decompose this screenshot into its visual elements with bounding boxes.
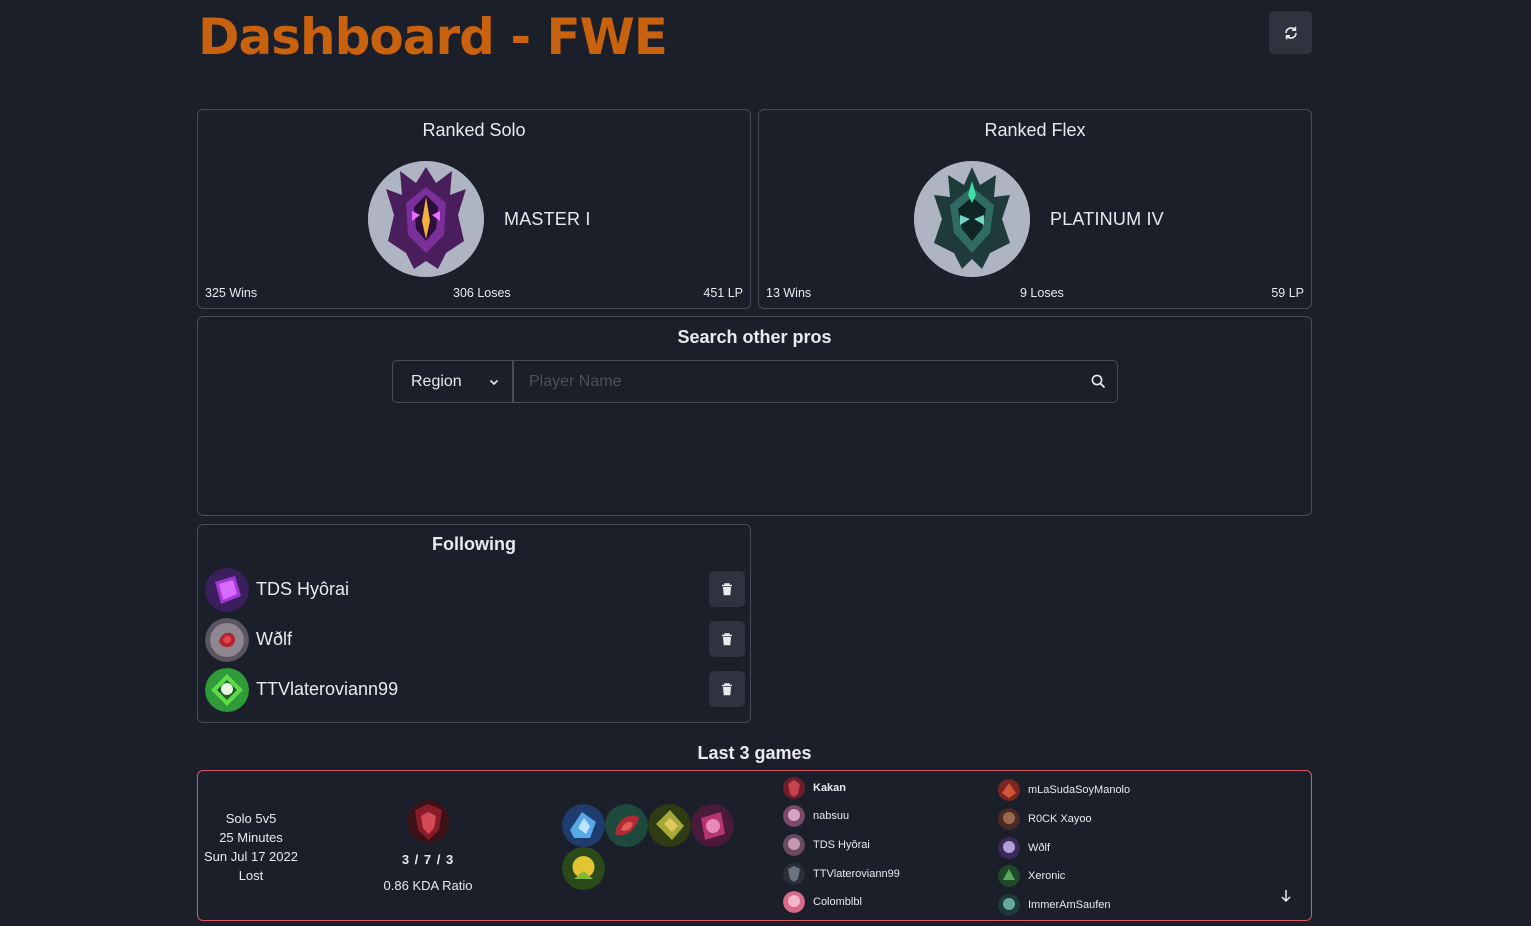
arrow-down-icon[interactable] bbox=[1280, 889, 1292, 903]
search-title: Search other pros bbox=[677, 327, 832, 347]
player-name: TDS Hyôrai bbox=[813, 839, 870, 851]
following-title: Following bbox=[432, 534, 516, 554]
followed-player-row[interactable]: TDS Hyôrai bbox=[205, 568, 745, 612]
trash-icon bbox=[722, 682, 732, 695]
player-entry[interactable]: Colomblbl bbox=[783, 890, 862, 914]
avatar bbox=[205, 568, 249, 612]
game-card[interactable]: Solo 5v5 25 Minutes Sun Jul 17 2022 Lost… bbox=[197, 770, 1312, 921]
trash-icon bbox=[722, 632, 732, 645]
ranked-solo-tier: MASTER I bbox=[504, 209, 591, 229]
followed-player-name[interactable]: Wðlf bbox=[256, 629, 292, 650]
unfollow-button[interactable] bbox=[709, 571, 745, 607]
item-icon bbox=[562, 847, 605, 890]
ranked-solo-card: Ranked Solo MASTER I 325 Wins 306 Loses … bbox=[197, 109, 751, 309]
champion-icon bbox=[783, 777, 805, 799]
dashboard-page: Dashboard - FWE Ranked Solo MASTER I 325… bbox=[0, 0, 1531, 926]
region-select[interactable]: Region bbox=[392, 360, 513, 403]
kda-score: 3 / 7 / 3 bbox=[401, 852, 455, 867]
unfollow-button[interactable] bbox=[709, 621, 745, 657]
refresh-button[interactable] bbox=[1269, 11, 1312, 54]
player-name: Wðlf bbox=[1028, 842, 1050, 854]
item-icon bbox=[691, 804, 734, 847]
trash-icon bbox=[722, 582, 732, 595]
game-meta: Solo 5v5 25 Minutes Sun Jul 17 2022 Lost bbox=[198, 809, 304, 885]
game-mode: Solo 5v5 bbox=[225, 811, 277, 826]
avatar bbox=[205, 668, 249, 712]
following-card: Following TDS Hyôrai Wðlf TTVlateroviann… bbox=[197, 524, 751, 723]
ranked-flex-tier: PLATINUM IV bbox=[1050, 209, 1164, 229]
player-name: Colomblbl bbox=[813, 896, 862, 908]
ranked-flex-wins: 13 Wins bbox=[766, 286, 812, 300]
player-entry[interactable]: mLaSudaSoyManolo bbox=[998, 778, 1130, 802]
champion-icon bbox=[998, 779, 1020, 801]
chevron-down-icon bbox=[489, 379, 499, 386]
search-card: Search other pros Region bbox=[197, 316, 1312, 516]
master-emblem-icon bbox=[368, 161, 484, 277]
player-name: mLaSudaSoyManolo bbox=[1028, 784, 1131, 796]
ranked-solo-wins: 325 Wins bbox=[205, 286, 258, 300]
player-entry[interactable]: nabsuu bbox=[783, 804, 849, 828]
champion-icon bbox=[998, 865, 1020, 887]
refresh-icon bbox=[1284, 26, 1297, 39]
champion-icon bbox=[407, 800, 450, 843]
followed-player-name[interactable]: TTVlateroviann99 bbox=[256, 679, 398, 700]
avatar bbox=[205, 618, 249, 662]
item-icon bbox=[605, 804, 648, 847]
player-entry[interactable]: Xeronic bbox=[998, 864, 1065, 888]
followed-player-row[interactable]: Wðlf bbox=[205, 618, 745, 662]
player-name-input[interactable] bbox=[513, 360, 1118, 403]
item-icon bbox=[648, 804, 691, 847]
unfollow-button[interactable] bbox=[709, 671, 745, 707]
game-date: Sun Jul 17 2022 bbox=[204, 849, 298, 864]
champion-icon bbox=[783, 863, 805, 885]
platinum-emblem-icon bbox=[914, 161, 1030, 277]
player-name: TTVlateroviann99 bbox=[813, 868, 900, 880]
player-entry[interactable]: TTVlateroviann99 bbox=[783, 862, 900, 886]
ranked-solo-lp: 451 LP bbox=[703, 286, 743, 300]
region-select-label: Region bbox=[411, 372, 462, 390]
player-entry[interactable]: TDS Hyôrai bbox=[783, 833, 870, 857]
player-name: Xeronic bbox=[1028, 870, 1066, 882]
champion-icon bbox=[783, 805, 805, 827]
page-title: Dashboard - FWE bbox=[198, 8, 668, 66]
player-name: Kakan bbox=[813, 782, 847, 794]
player-name: nabsuu bbox=[813, 810, 850, 822]
last-games-title: Last 3 games bbox=[697, 743, 812, 763]
champion-icon bbox=[998, 837, 1020, 859]
champion-icon bbox=[783, 834, 805, 856]
kda-ratio: 0.86 KDA Ratio bbox=[383, 878, 473, 893]
game-result: Lost bbox=[238, 868, 264, 883]
player-entry[interactable]: Wðlf bbox=[998, 836, 1050, 860]
champion-icon bbox=[783, 891, 805, 913]
ranked-solo-title: Ranked Solo bbox=[422, 120, 526, 140]
player-entry[interactable]: ImmerAmSaufen bbox=[998, 893, 1111, 917]
ranked-flex-card: Ranked Flex PLATINUM IV 13 Wins 9 Loses … bbox=[758, 109, 1312, 309]
search-icon[interactable] bbox=[1091, 374, 1106, 389]
champion-icon bbox=[998, 808, 1020, 830]
ranked-flex-lp: 59 LP bbox=[1271, 286, 1304, 300]
player-entry[interactable]: R0CK Xayoo bbox=[998, 807, 1092, 831]
game-duration: 25 Minutes bbox=[219, 830, 283, 845]
player-name: ImmerAmSaufen bbox=[1028, 899, 1111, 911]
ranked-solo-losses: 306 Loses bbox=[453, 286, 511, 300]
player-entry[interactable]: Kakan bbox=[783, 776, 846, 800]
ranked-flex-title: Ranked Flex bbox=[984, 120, 1086, 140]
ranked-flex-losses: 9 Loses bbox=[1020, 286, 1064, 300]
followed-player-row[interactable]: TTVlateroviann99 bbox=[205, 668, 745, 712]
champion-icon bbox=[998, 894, 1020, 916]
item-icon bbox=[562, 804, 605, 847]
player-name: R0CK Xayoo bbox=[1028, 813, 1092, 825]
followed-player-name[interactable]: TDS Hyôrai bbox=[256, 579, 349, 600]
